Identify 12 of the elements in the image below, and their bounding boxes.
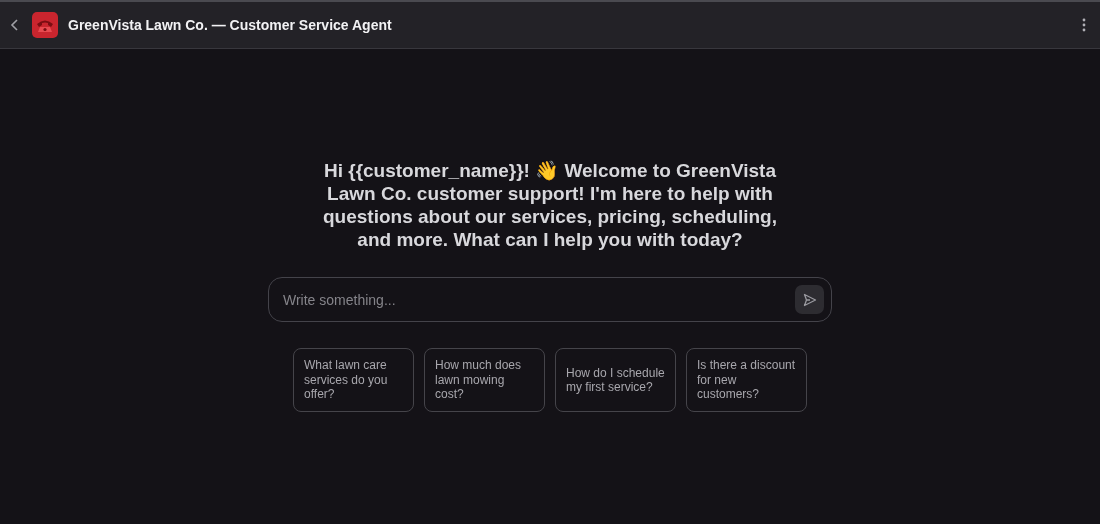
more-menu-button[interactable]	[1080, 16, 1088, 34]
header-title: GreenVista Lawn Co. — Customer Service Agent	[68, 17, 393, 33]
send-icon	[802, 292, 817, 307]
greeting-message: Hi {{customer_name}}! 👋 Welcome to GreenVista Lawn Co. customer support! I'm here to help with questions about our services, pricing, scheduling, and more. What can I help you with today?	[322, 159, 778, 251]
send-button[interactable]	[795, 285, 824, 314]
suggestion-chip[interactable]: How do I schedule my first service?	[555, 348, 676, 412]
chat-input-box[interactable]: Write something...	[268, 277, 832, 322]
phone-logo-icon	[32, 12, 58, 38]
suggestion-chip[interactable]: How much does lawn mowing cost?	[424, 348, 545, 412]
suggestion-chip[interactable]: What lawn care services do you offer?	[293, 348, 414, 412]
suggestion-chip[interactable]: Is there a discount for new customers?	[686, 348, 807, 412]
message-input-field[interactable]: Write something...	[281, 290, 795, 309]
